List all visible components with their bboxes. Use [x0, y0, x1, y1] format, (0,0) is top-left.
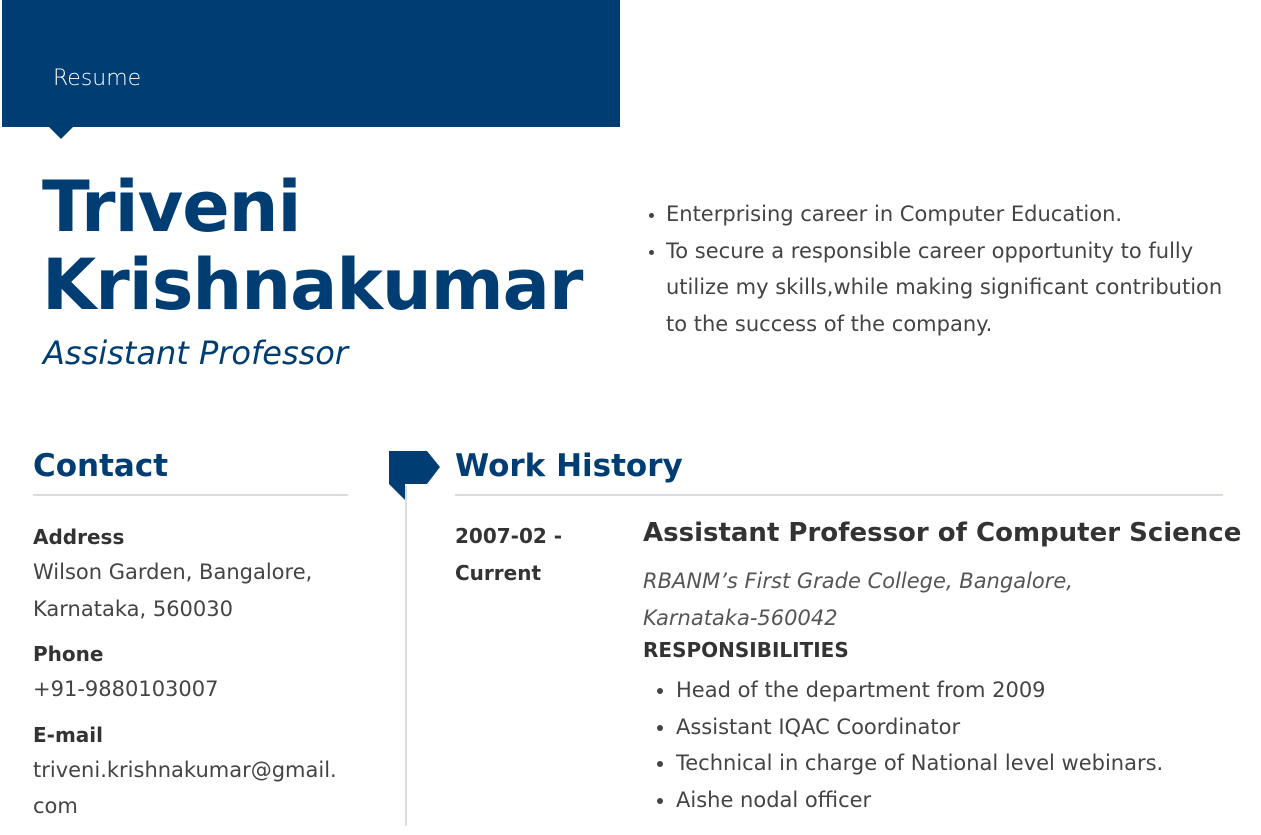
candidate-title: Assistant Professor — [43, 334, 349, 372]
job-dates: 2007-02 - Current — [455, 524, 563, 585]
responsibilities-list: Head of the department from 2009 Assista… — [650, 672, 1256, 818]
responsibility-item: Assistant IQAC Coordinator — [676, 709, 1256, 746]
responsibilities-label: RESPONSIBILITIES — [643, 638, 849, 662]
work-history-heading: Work History — [455, 448, 683, 484]
email-value: triveni.krishnakumar@gmail.com — [33, 757, 337, 819]
email-label: E-mail — [33, 722, 104, 747]
contact-details: Address Wilson Garden, Bangalore, Karnat… — [33, 520, 353, 835]
address-label: Address — [33, 525, 125, 549]
last-name: Krishnakumar — [42, 244, 583, 326]
responsibility-item: Aishe nodal officer — [676, 782, 1256, 819]
address-value: Wilson Garden, Bangalore, Karnataka, 560… — [33, 560, 313, 621]
summary-list: Enterprising career in Computer Educatio… — [640, 196, 1226, 342]
banner-label: Resume — [53, 66, 142, 91]
phone-label: Phone — [33, 642, 104, 666]
first-name: Triveni — [42, 166, 302, 248]
candidate-name: Triveni Krishnakumar — [42, 166, 583, 326]
summary-item: Enterprising career in Computer Educatio… — [666, 196, 1226, 233]
summary-item: To secure a responsible career opportuni… — [666, 233, 1226, 343]
job-title: Assistant Professor of Computer Science — [643, 518, 1242, 548]
responsibility-item: Head of the department from 2009 — [676, 672, 1256, 709]
contact-heading: Contact — [33, 448, 169, 484]
timeline-line — [405, 486, 407, 826]
section-flag-icon — [389, 451, 440, 500]
responsibility-item: Technical in charge of National level we… — [676, 745, 1256, 782]
header-banner: Resume — [2, 0, 620, 127]
banner-pointer — [49, 127, 73, 139]
work-history-divider — [455, 494, 1223, 496]
phone-value: +91-9880103007 — [33, 677, 219, 701]
job-employer: RBANM’s First Grade College, Bangalore, … — [643, 569, 1073, 630]
contact-divider — [33, 494, 348, 496]
